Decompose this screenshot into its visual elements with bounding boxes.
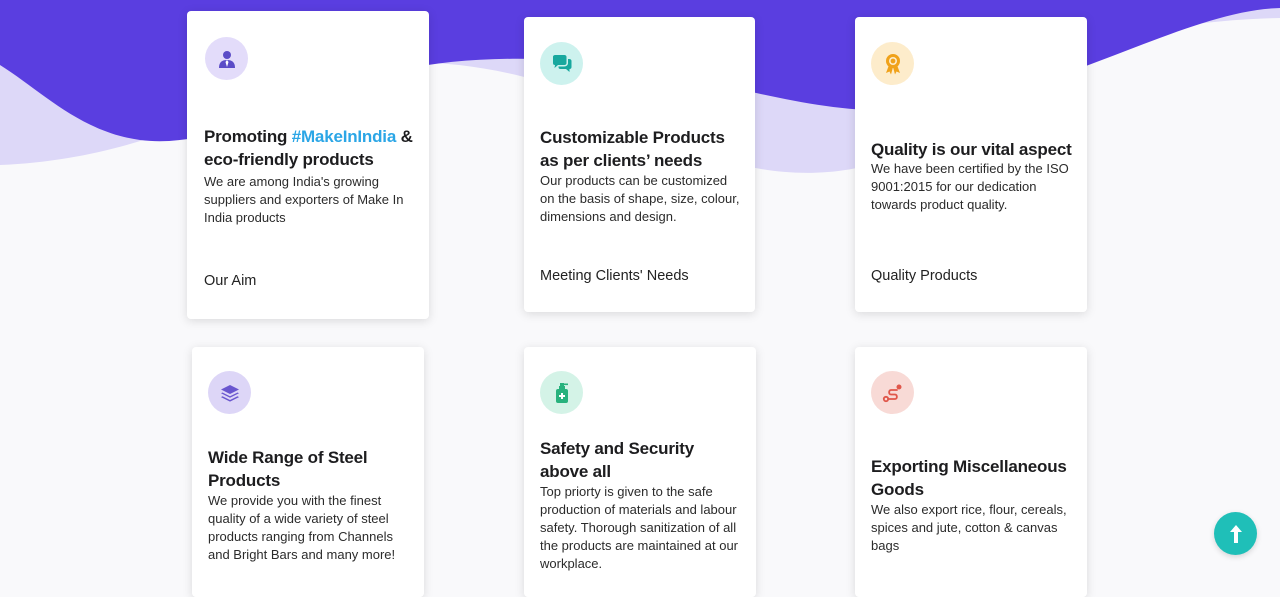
award-ribbon-icon	[871, 42, 914, 85]
card-title: Quality is our vital aspect	[871, 140, 1072, 159]
card-title: Promoting #MakeInIndia & eco-friendly pr…	[204, 125, 419, 171]
card-our-aim: Promoting #MakeInIndia & eco-friendly pr…	[187, 11, 429, 319]
sanitizer-bottle-icon	[540, 371, 583, 414]
card-footer-label: Quality Products	[871, 268, 978, 284]
business-person-icon	[205, 37, 248, 80]
card-description: Our products can be customized on the ba…	[540, 173, 740, 224]
card-title: Customizable Products as per clients’ ne…	[540, 128, 725, 170]
card-description: We are among India's growing suppliers a…	[204, 174, 404, 225]
card-description: Top priorty is given to the safe product…	[540, 484, 739, 571]
card-meeting-clients-needs: Customizable Products as per clients’ ne…	[524, 17, 755, 312]
arrow-up-icon	[1229, 524, 1242, 543]
card-description: We provide you with the finest quality o…	[208, 493, 396, 562]
card-steel-products: Wide Range of Steel Products We provide …	[192, 347, 424, 597]
layers-icon	[208, 371, 251, 414]
card-description: We also export rice, flour, cereals, spi…	[871, 502, 1067, 553]
card-exporting-goods: Exporting Miscellaneous Goods We also ex…	[855, 347, 1087, 597]
back-to-top-button[interactable]	[1214, 512, 1257, 555]
card-title: Wide Range of Steel Products	[208, 448, 368, 490]
card-footer-label: Our Aim	[204, 273, 257, 289]
card-title: Exporting Miscellaneous Goods	[871, 457, 1067, 499]
card-safety-security: Safety and Security above all Top priort…	[524, 347, 756, 597]
card-description: We have been certified by the ISO 9001:2…	[871, 161, 1069, 212]
card-title: Safety and Security above all	[540, 439, 694, 481]
card-title-prefix: Promoting	[204, 127, 292, 146]
card-title-hashtag: #MakeInIndia	[291, 127, 397, 146]
card-quality-products: Quality is our vital aspect We have been…	[855, 17, 1087, 312]
card-footer-label: Meeting Clients' Needs	[540, 268, 689, 284]
chat-bubbles-icon	[540, 42, 583, 85]
route-icon	[871, 371, 914, 414]
